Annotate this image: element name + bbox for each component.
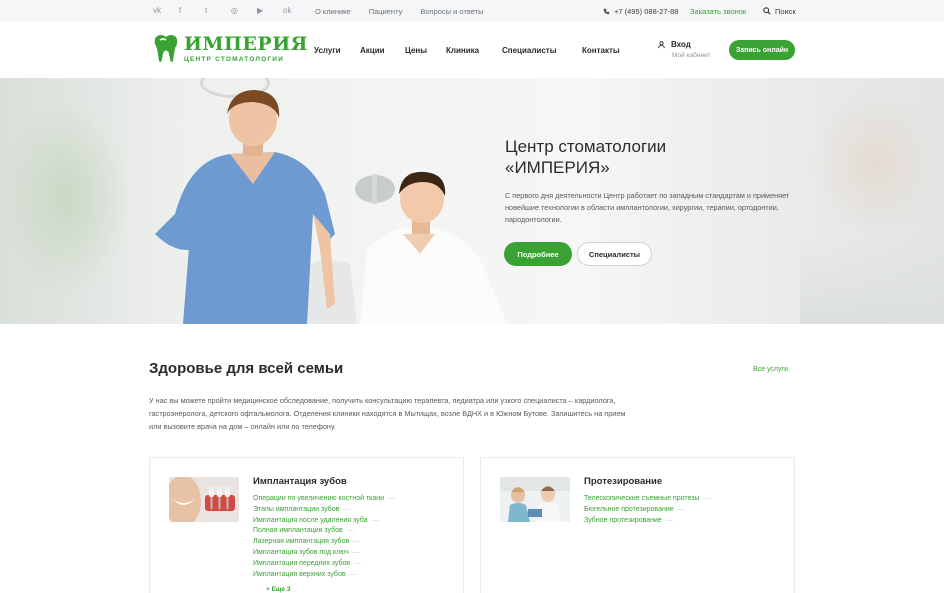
card-link[interactable]: Зубное протезирование —	[584, 516, 710, 527]
hero-background-plants	[0, 98, 130, 298]
section-title: Здоровье для всей семьи	[149, 360, 344, 377]
prosthetics-image	[500, 477, 570, 522]
card-link[interactable]: Имплантация зубов под ключ —	[253, 548, 395, 559]
header: ИМПЕРИЯ ЦЕНТР СТОМАТОЛОГИИ Услуги Акции …	[0, 22, 944, 78]
search-button[interactable]: Поиск	[763, 0, 796, 22]
all-services-link[interactable]: Все услуги	[753, 366, 788, 373]
vk-icon[interactable]: vk	[153, 5, 179, 17]
hero-banner: Центр стоматологии «ИМПЕРИЯ» С первого д…	[0, 78, 944, 324]
callback-link[interactable]: Заказать звонок	[690, 0, 746, 22]
doctors-photo	[155, 90, 507, 324]
odnoklassniki-icon[interactable]: ok	[283, 5, 309, 17]
nav-clinic[interactable]: Клиника	[446, 46, 502, 55]
top-bar: vk f t ◎ ▶ ok О клинике Пациенту Вопросы…	[0, 0, 944, 22]
card-link[interactable]: Этапы имплантации зубов —	[253, 505, 395, 516]
hero-background-counter	[800, 238, 944, 324]
logo-title: ИМПЕРИЯ	[184, 33, 308, 55]
card-link[interactable]: Имплантация после удаления зуба —	[253, 516, 395, 527]
tooth-logo-icon	[154, 35, 178, 62]
section-description: У нас вы можете пройти медицинское обсле…	[149, 396, 626, 431]
service-card-implantation: Имплантация зубов Операции по увеличению…	[149, 457, 464, 593]
social-links: vk f t ◎ ▶ ok	[153, 5, 309, 17]
nav-promotions[interactable]: Акции	[360, 46, 405, 55]
nav-services[interactable]: Услуги	[314, 46, 360, 55]
card-link[interactable]: Бюгельное протезирование —	[584, 505, 710, 516]
top-links: О клинике Пациенту Вопросы и ответы	[315, 0, 484, 22]
login-label: Вход	[671, 40, 691, 49]
specialists-button[interactable]: Специалисты	[577, 242, 652, 266]
hero-background-poster	[810, 88, 940, 238]
nav-specialists[interactable]: Специалисты	[502, 46, 582, 55]
phone-number: +7 (495) 088-27-88	[614, 6, 679, 16]
card-title: Имплантация зубов	[253, 476, 347, 487]
service-card-prosthetics: Протезирование Телескопические съемные п…	[480, 457, 795, 593]
search-label: Поиск	[775, 6, 796, 16]
youtube-icon[interactable]: ▶	[257, 5, 283, 17]
facebook-icon[interactable]: f	[179, 5, 205, 17]
logo[interactable]: ИМПЕРИЯ ЦЕНТР СТОМАТОЛОГИИ	[153, 34, 308, 64]
show-more-link[interactable]: + Еще 3	[266, 586, 290, 593]
phone-icon	[603, 8, 610, 14]
search-icon	[763, 7, 771, 15]
nav-prices[interactable]: Цены	[405, 46, 446, 55]
nav-contacts[interactable]: Контакты	[582, 46, 620, 55]
card-link[interactable]: Операции по увеличению костной ткани —	[253, 494, 395, 505]
card-link[interactable]: Телескопические съемные протезы —	[584, 494, 710, 505]
card-links: Телескопические съемные протезы — Бюгельн…	[584, 494, 710, 526]
twitter-icon[interactable]: t	[205, 5, 231, 17]
main-nav: Услуги Акции Цены Клиника Специалисты Ко…	[314, 22, 620, 78]
card-title: Протезирование	[584, 476, 663, 487]
top-link-faq[interactable]: Вопросы и ответы	[420, 7, 483, 16]
login[interactable]: Вход Мой кабинет	[658, 40, 710, 59]
card-link[interactable]: Лазерная имплантация зубов —	[253, 537, 395, 548]
implant-image	[169, 477, 239, 522]
login-sublabel: Мой кабинет	[672, 52, 711, 59]
card-links: Операции по увеличению костной ткани — Эт…	[253, 494, 395, 580]
instagram-icon[interactable]: ◎	[231, 5, 257, 17]
card-link[interactable]: Имплантация передних зубов —	[253, 559, 395, 570]
user-icon	[658, 40, 665, 48]
card-link[interactable]: Имплантация верхних зубов —	[253, 570, 395, 581]
card-link[interactable]: Полная имплантация зубов —	[253, 526, 395, 537]
hero-description: С первого дня деятельности Центр работае…	[505, 191, 790, 224]
hero-title: Центр стоматологии «ИМПЕРИЯ»	[505, 137, 667, 177]
top-link-patient[interactable]: Пациенту	[369, 7, 403, 16]
top-link-about[interactable]: О клинике	[315, 7, 351, 16]
logo-subtitle: ЦЕНТР СТОМАТОЛОГИИ	[184, 56, 285, 63]
phone[interactable]: +7 (495) 088-27-88	[603, 0, 678, 22]
more-button[interactable]: Подробнее	[504, 242, 572, 266]
online-booking-button[interactable]: Запись онлайн	[729, 40, 795, 60]
